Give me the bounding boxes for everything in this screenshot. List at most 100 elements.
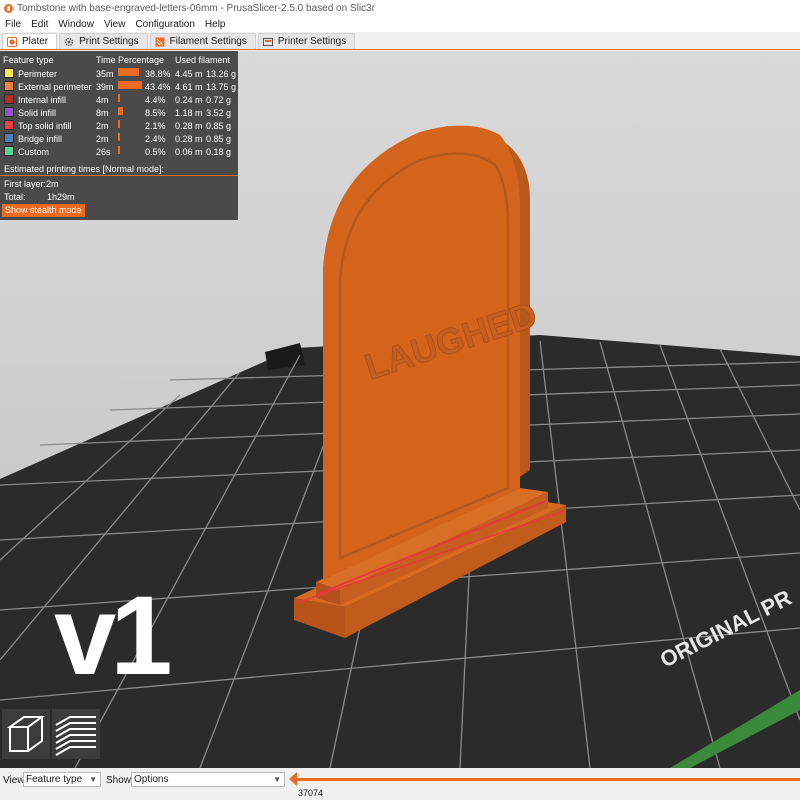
legend-header-filament: Used filament — [175, 55, 231, 65]
tab-print-settings-label: Print Settings — [79, 36, 139, 47]
tab-print-settings[interactable]: Print Settings — [59, 33, 148, 49]
menu-edit[interactable]: Edit — [31, 19, 48, 30]
legend-feature-name: Top solid infill — [18, 121, 72, 131]
legend-percentage-bar — [118, 68, 140, 76]
menu-file[interactable]: File — [5, 19, 21, 30]
view-type-value: Feature type — [26, 774, 83, 785]
legend-swatch — [4, 146, 14, 156]
legend-percentage: 8.5% — [145, 108, 166, 118]
estimated-times-label: Estimated printing times [Normal mode]: — [4, 164, 165, 174]
menu-help[interactable]: Help — [205, 19, 226, 30]
legend-swatch — [4, 94, 14, 104]
legend-time: 39m — [96, 82, 114, 92]
legend-filament-weight: 13.75 g — [206, 82, 237, 92]
printer-icon — [262, 37, 273, 46]
tab-plater-label: Plater — [22, 36, 49, 47]
legend-filament-length: 0.28 m — [175, 121, 203, 131]
legend-percentage: 0.5% — [145, 147, 166, 157]
legend-filament-length: 4.61 m — [175, 82, 203, 92]
legend-swatch — [4, 133, 14, 143]
spool-icon — [155, 37, 165, 46]
legend-header-feature: Feature type — [3, 55, 54, 65]
legend-filament-weight: 3.52 g — [206, 108, 232, 118]
legend-filament-length: 0.06 m — [175, 147, 203, 157]
legend-feature-name: Solid infill — [18, 108, 57, 118]
chevron-down-icon: ▼ — [89, 775, 97, 784]
view-type-select[interactable]: Feature type ▼ — [23, 772, 101, 787]
total-label: Total: — [4, 192, 26, 202]
legend-filament-weight: 0.85 g — [206, 121, 232, 131]
legend-row: Top solid infill 2m 2.1% 0.28 m 0.85 g — [0, 120, 238, 133]
legend-swatch — [4, 68, 14, 78]
legend-percentage-bar — [118, 146, 120, 154]
legend-percentage: 43.4% — [145, 82, 171, 92]
legend-percentage-bar — [118, 94, 121, 102]
legend-percentage: 38.8% — [145, 69, 171, 79]
legend-filament-weight: 0.85 g — [206, 134, 232, 144]
legend-row: Solid infill 8m 8.5% 1.18 m 3.52 g — [0, 107, 238, 120]
first-layer-value: 2m — [46, 179, 59, 189]
legend-time: 2m — [96, 134, 109, 144]
legend-feature-name: Perimeter — [18, 69, 58, 79]
show-options-value: Options — [134, 774, 169, 785]
menu-window[interactable]: Window — [58, 19, 94, 30]
legend-feature-name: Custom — [18, 147, 50, 157]
legend-filament-length: 4.45 m — [175, 69, 203, 79]
layers-view-icon[interactable] — [52, 709, 100, 759]
plater-icon — [7, 36, 17, 47]
gear-icon — [64, 37, 74, 46]
legend-filament-weight: 0.18 g — [206, 147, 232, 157]
menu-configuration[interactable]: Configuration — [135, 19, 194, 30]
menu-view[interactable]: View — [104, 19, 126, 30]
legend-header-time: Time — [96, 55, 116, 65]
legend-header-percentage: Percentage — [118, 55, 165, 65]
view-mode-icons — [0, 705, 104, 763]
legend-time: 4m — [96, 95, 109, 105]
legend-swatch — [4, 81, 14, 91]
tab-bar: Plater Print Settings Filament Settings … — [0, 32, 800, 50]
first-layer-label: First layer: — [4, 179, 47, 189]
legend-percentage: 2.1% — [145, 121, 166, 131]
show-options-select[interactable]: Options ▼ — [131, 772, 285, 787]
menu-bar: File Edit Window View Configuration Help — [0, 17, 800, 32]
legend-swatch — [4, 107, 14, 117]
bottom-toolbar: View Feature type ▼ Show Options ▼ 37074 — [0, 768, 800, 800]
tab-printer-settings-label: Printer Settings — [277, 36, 347, 47]
legend-row: Perimeter 35m 38.8% 4.45 m 13.26 g — [0, 68, 238, 81]
version-label: v1 — [54, 573, 173, 698]
slider-thumb[interactable] — [289, 772, 297, 786]
legend-filament-weight: 0.72 g — [206, 95, 232, 105]
total-value: 1h29m — [47, 192, 75, 202]
window-title: Tombstone with base-engraved-letters-06m… — [17, 3, 375, 14]
legend-filament-weight: 13.26 g — [206, 69, 237, 79]
legend-time: 2m — [96, 121, 109, 131]
legend-percentage: 4.4% — [145, 95, 166, 105]
legend-filament-length: 0.24 m — [175, 95, 203, 105]
title-bar: Tombstone with base-engraved-letters-06m… — [0, 0, 800, 17]
legend-panel: Feature type Time Percentage Used filame… — [0, 51, 238, 220]
slider-value: 37074 — [298, 788, 324, 798]
legend-row: External perimeter 39m 43.4% 4.61 m 13.75 g — [0, 81, 238, 94]
prusaslicer-logo-icon — [4, 4, 13, 13]
show-stealth-mode-button[interactable]: Show stealth mode — [2, 204, 85, 217]
legend-filament-length: 1.18 m — [175, 108, 203, 118]
horizontal-moves-slider[interactable] — [292, 778, 800, 781]
legend-percentage-bar — [118, 120, 120, 128]
legend-percentage: 2.4% — [145, 134, 166, 144]
tab-plater[interactable]: Plater — [2, 33, 58, 49]
view-label: View — [3, 775, 25, 786]
legend-feature-name: Bridge infill — [18, 134, 63, 144]
legend-time: 8m — [96, 108, 109, 118]
tab-filament-settings[interactable]: Filament Settings — [149, 33, 256, 49]
iso-view-icon[interactable] — [2, 709, 50, 759]
legend-time: 26s — [96, 147, 111, 157]
legend-separator — [0, 175, 238, 176]
legend-filament-length: 0.28 m — [175, 134, 203, 144]
legend-percentage-bar — [118, 107, 123, 115]
legend-swatch — [4, 120, 14, 130]
show-label: Show — [106, 775, 132, 786]
tab-filament-settings-label: Filament Settings — [169, 36, 247, 47]
tab-printer-settings[interactable]: Printer Settings — [257, 33, 356, 49]
legend-time: 35m — [96, 69, 114, 79]
legend-feature-name: External perimeter — [18, 82, 92, 92]
